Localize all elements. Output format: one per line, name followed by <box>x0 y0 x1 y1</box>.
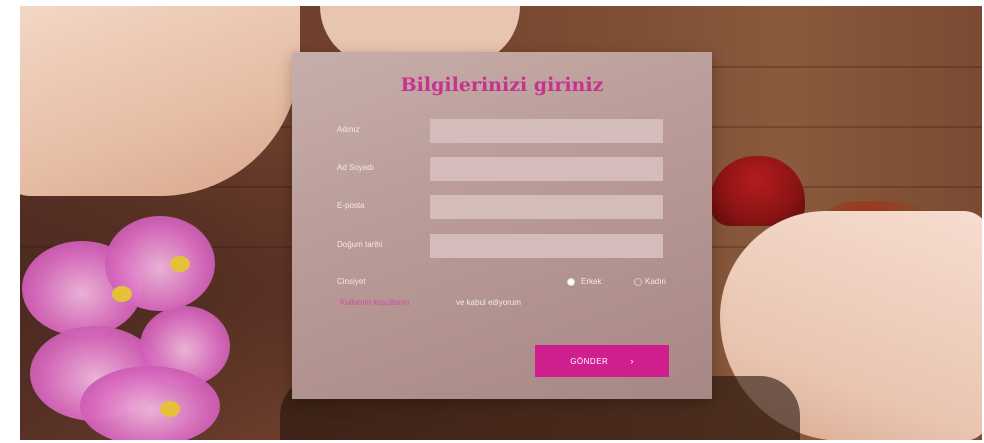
gender-radio-male[interactable] <box>568 279 574 285</box>
birthdate-input[interactable] <box>430 234 663 258</box>
field-label: Doğum tarihi <box>337 240 383 249</box>
orchid-center <box>160 401 180 417</box>
orchid-center <box>170 256 190 272</box>
field-row-fullname: Ad Soyadı <box>337 157 667 181</box>
candle <box>710 156 805 226</box>
left-arm <box>20 6 300 196</box>
form-title: Bilgilerinizi giriniz <box>400 74 604 96</box>
field-row-name: Adınız <box>337 119 667 143</box>
gender-label: Cinsiyet <box>337 277 366 286</box>
name-input[interactable] <box>430 119 663 143</box>
gender-option-label: Erkek <box>581 277 602 286</box>
submit-label: GÖNDER <box>570 356 609 366</box>
gender-row: Cinsiyet Erkek Kadın <box>337 276 677 290</box>
field-label: E-posta <box>337 201 365 210</box>
field-label: Ad Soyadı <box>337 163 374 172</box>
agreement-row: Kullanım koşullarını ve kabul ediyorum <box>340 297 680 311</box>
field-label: Adınız <box>337 125 360 134</box>
orchid-center <box>112 286 132 302</box>
gender-radio-female[interactable] <box>635 279 641 285</box>
gender-option-label: Kadın <box>645 277 666 286</box>
field-row-birthdate: Doğum tarihi <box>337 234 667 258</box>
registration-form-card: Bilgilerinizi giriniz Adınız Ad Soyadı E… <box>292 52 712 399</box>
orchid-flower <box>80 366 220 440</box>
field-row-email: E-posta <box>337 195 667 219</box>
email-input[interactable] <box>430 195 663 219</box>
fullname-input[interactable] <box>430 157 663 181</box>
terms-link[interactable]: Kullanım koşullarını <box>340 298 410 307</box>
chevron-right-icon: › <box>630 356 634 366</box>
submit-button[interactable]: GÖNDER › <box>535 345 669 377</box>
agreement-text: ve kabul ediyorum <box>456 298 521 307</box>
